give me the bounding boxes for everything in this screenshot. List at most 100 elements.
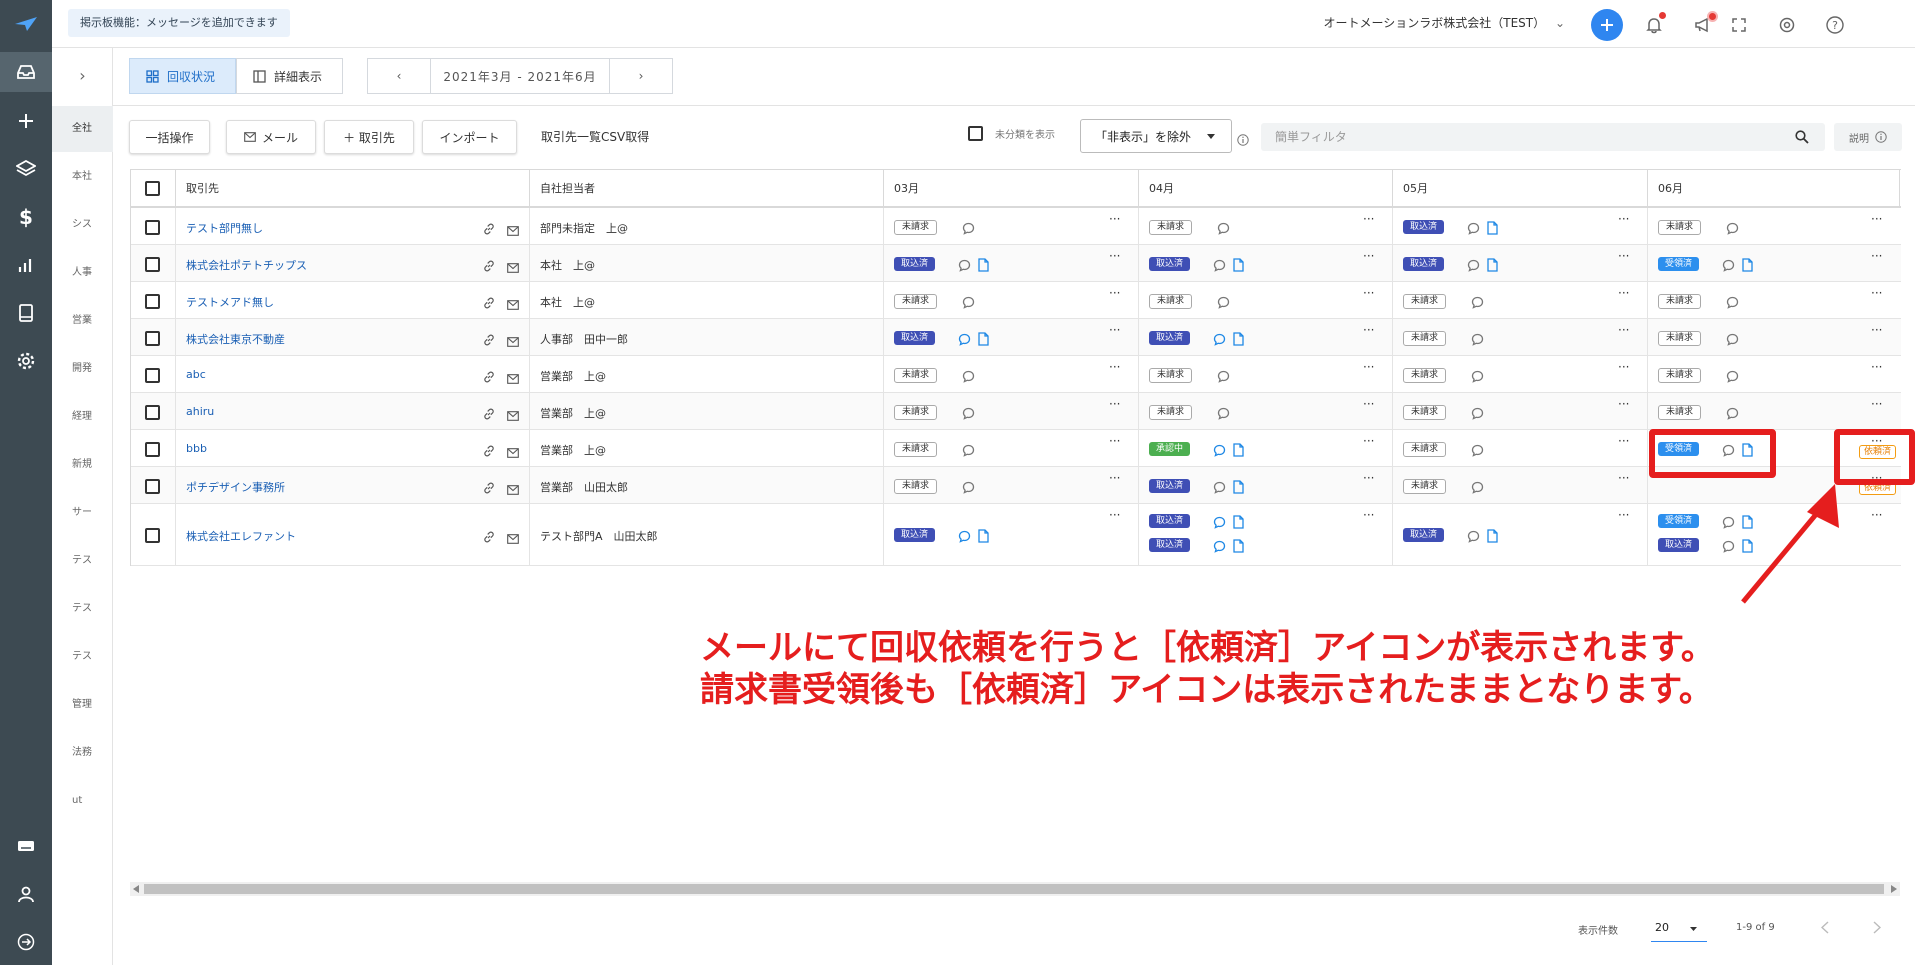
dept-item[interactable]: 全社 xyxy=(52,106,113,152)
more-menu-icon[interactable]: ··· xyxy=(1363,472,1374,484)
header-month-06[interactable]: 06月 xyxy=(1648,169,1901,208)
fullscreen-icon[interactable] xyxy=(1723,9,1755,41)
next-page-icon[interactable] xyxy=(1873,921,1881,934)
more-menu-icon[interactable]: ··· xyxy=(1618,435,1629,447)
mail-icon[interactable] xyxy=(507,295,519,314)
status-badge[interactable]: 未請求 xyxy=(1658,331,1702,346)
comment-icon[interactable] xyxy=(962,479,975,498)
company-selector[interactable]: オートメーションラボ株式会社（TEST） ⌄ xyxy=(1323,14,1565,31)
comment-icon[interactable] xyxy=(1471,368,1484,387)
more-menu-icon[interactable]: ··· xyxy=(1109,287,1120,299)
more-menu-icon[interactable]: ··· xyxy=(1363,435,1374,447)
comment-icon[interactable] xyxy=(1213,442,1226,461)
add-button[interactable] xyxy=(1591,9,1623,41)
status-badge[interactable]: 未請求 xyxy=(894,220,938,235)
more-menu-icon[interactable]: ··· xyxy=(1363,250,1374,262)
row-checkbox[interactable] xyxy=(145,257,160,272)
mail-icon[interactable] xyxy=(507,369,519,388)
dept-item[interactable]: 経理 xyxy=(52,394,113,440)
scroll-left-icon[interactable] xyxy=(133,885,139,893)
dept-item[interactable]: テス xyxy=(52,586,113,632)
dept-item[interactable]: サー xyxy=(52,490,113,536)
megaphone-icon[interactable] xyxy=(1687,9,1719,41)
mail-icon[interactable] xyxy=(507,332,519,351)
more-menu-icon[interactable]: ··· xyxy=(1363,324,1374,336)
comment-icon[interactable] xyxy=(962,368,975,387)
link-icon[interactable] xyxy=(483,405,495,424)
client-name-link[interactable]: 株式会社東京不動産 xyxy=(186,331,285,347)
header-client[interactable]: 取引先 xyxy=(176,169,530,208)
more-menu-icon[interactable]: ··· xyxy=(1109,361,1120,373)
document-icon[interactable] xyxy=(1233,514,1244,533)
more-menu-icon[interactable]: ··· xyxy=(1618,509,1629,521)
status-badge[interactable]: 未請求 xyxy=(894,294,938,309)
comment-icon[interactable] xyxy=(1726,294,1739,313)
status-badge[interactable]: 未請求 xyxy=(1149,368,1193,383)
link-icon[interactable] xyxy=(483,331,495,350)
status-badge[interactable]: 未請求 xyxy=(1149,294,1193,309)
comment-icon[interactable] xyxy=(1213,257,1226,276)
bar-chart-icon[interactable] xyxy=(0,245,52,285)
row-checkbox[interactable] xyxy=(145,220,160,235)
more-menu-icon[interactable]: ··· xyxy=(1871,398,1882,410)
more-menu-icon[interactable]: ··· xyxy=(1618,250,1629,262)
more-menu-icon[interactable]: ··· xyxy=(1618,287,1629,299)
link-icon[interactable] xyxy=(483,528,495,547)
more-menu-icon[interactable]: ··· xyxy=(1109,250,1120,262)
header-month-03[interactable]: 03月 xyxy=(884,169,1139,208)
scroll-right-icon[interactable] xyxy=(1891,885,1897,893)
more-menu-icon[interactable]: ··· xyxy=(1109,509,1120,521)
help-icon[interactable]: ? xyxy=(1819,9,1851,41)
document-icon[interactable] xyxy=(1233,538,1244,557)
csv-download-link[interactable]: 取引先一覧CSV取得 xyxy=(541,128,649,145)
status-badge[interactable]: 未請求 xyxy=(1403,294,1447,309)
status-badge[interactable]: 取込済 xyxy=(1658,538,1700,552)
book-icon[interactable] xyxy=(0,293,52,333)
comment-icon[interactable] xyxy=(1467,220,1480,239)
comment-icon[interactable] xyxy=(1722,514,1735,533)
row-checkbox[interactable] xyxy=(145,442,160,457)
tab-collection-status[interactable]: 回収状況 xyxy=(129,58,236,94)
import-button[interactable]: インポート xyxy=(422,120,517,154)
document-icon[interactable] xyxy=(978,331,989,350)
dept-item[interactable]: 人事 xyxy=(52,250,113,296)
comment-icon[interactable] xyxy=(958,257,971,276)
more-menu-icon[interactable]: ··· xyxy=(1363,509,1374,521)
chevron-right-icon[interactable]: › xyxy=(52,60,113,90)
status-badge[interactable]: 未請求 xyxy=(894,368,938,383)
inbox-icon[interactable] xyxy=(0,52,52,92)
comment-icon[interactable] xyxy=(1726,220,1739,239)
status-badge[interactable]: 受領済 xyxy=(1658,514,1700,528)
logout-icon[interactable] xyxy=(0,922,52,962)
more-menu-icon[interactable]: ··· xyxy=(1363,213,1374,225)
document-icon[interactable] xyxy=(1233,257,1244,276)
status-badge[interactable]: 未請求 xyxy=(1658,368,1702,383)
visibility-select[interactable]: 「非表示」を除外 xyxy=(1080,119,1232,153)
comment-icon[interactable] xyxy=(958,528,971,547)
prev-period-button[interactable]: ‹ xyxy=(367,58,431,94)
status-badge[interactable]: 取込済 xyxy=(1403,257,1445,271)
select-all-checkbox[interactable] xyxy=(145,181,160,196)
client-name-link[interactable]: ahiru xyxy=(186,405,214,418)
status-badge[interactable]: 取込済 xyxy=(1403,220,1445,234)
document-icon[interactable] xyxy=(1487,220,1498,239)
dept-item[interactable]: 本社 xyxy=(52,154,113,200)
gear-icon[interactable] xyxy=(0,341,52,381)
dept-item[interactable]: 営業 xyxy=(52,298,113,344)
comment-icon[interactable] xyxy=(1213,479,1226,498)
comment-icon[interactable] xyxy=(1471,442,1484,461)
support-icon[interactable] xyxy=(1771,9,1803,41)
add-icon[interactable] xyxy=(0,101,52,141)
more-menu-icon[interactable]: ··· xyxy=(1363,398,1374,410)
comment-icon[interactable] xyxy=(958,331,971,350)
status-badge[interactable]: 取込済 xyxy=(1403,528,1445,542)
comment-icon[interactable] xyxy=(1722,538,1735,557)
status-badge[interactable]: 取込済 xyxy=(1149,514,1191,528)
bulletin-banner[interactable]: 掲示板機能：メッセージを追加できます xyxy=(68,9,290,37)
header-month-04[interactable]: 04月 xyxy=(1139,169,1393,208)
document-icon[interactable] xyxy=(1487,257,1498,276)
status-badge[interactable]: 未請求 xyxy=(1149,220,1193,235)
more-menu-icon[interactable]: ··· xyxy=(1363,287,1374,299)
status-badge[interactable]: 未請求 xyxy=(1403,331,1447,346)
more-menu-icon[interactable]: ··· xyxy=(1871,361,1882,373)
